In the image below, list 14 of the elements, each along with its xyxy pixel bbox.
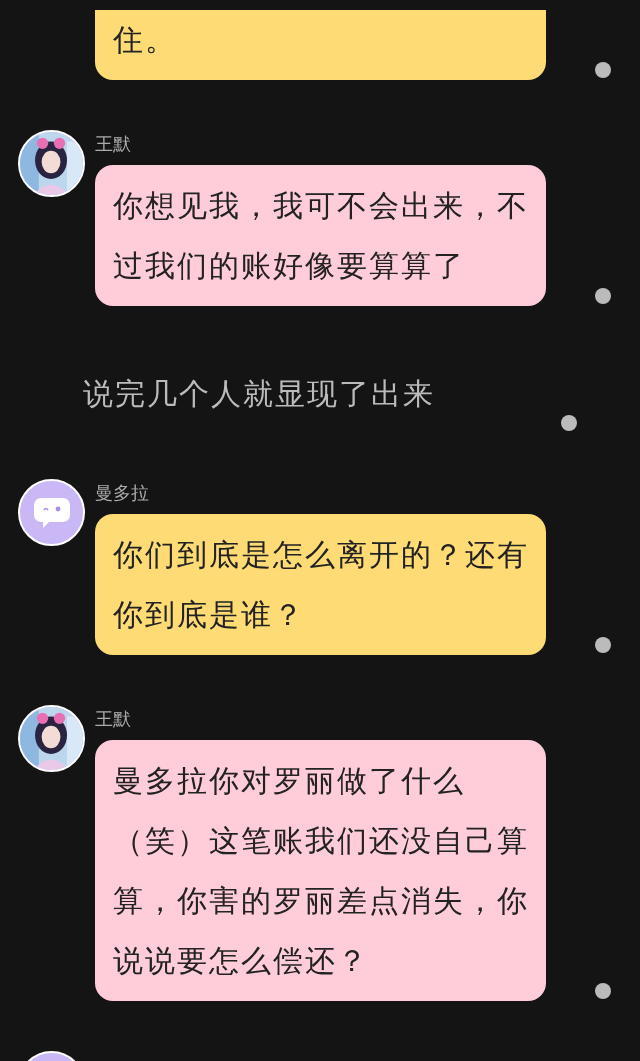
status-dot (595, 637, 611, 653)
status-dot (561, 415, 577, 431)
sender-name: 王默 (95, 134, 132, 154)
status-dot (595, 983, 611, 999)
sender-name: 曼多拉 (95, 483, 150, 503)
message-bubble: 你们到底是怎么离开的？还有 你到底是谁？ (95, 514, 546, 655)
sender-name: 王默 (95, 709, 132, 729)
status-dot (595, 62, 611, 78)
narration-text: 说完几个人就显现了出来 (83, 375, 436, 413)
message-bubble: 住。 (95, 10, 546, 80)
message-bubble: 曼多拉你对罗丽做了什么 （笑）这笔账我们还没自己算 算，你害的罗丽差点消失，你 说说要怎么偿还？ (95, 740, 546, 1001)
chat-bubble-icon (32, 496, 71, 529)
message-bubble: 你想见我，我可不会出来，不 过我们的账好像要算算了 (95, 165, 546, 306)
status-dot (595, 288, 611, 304)
